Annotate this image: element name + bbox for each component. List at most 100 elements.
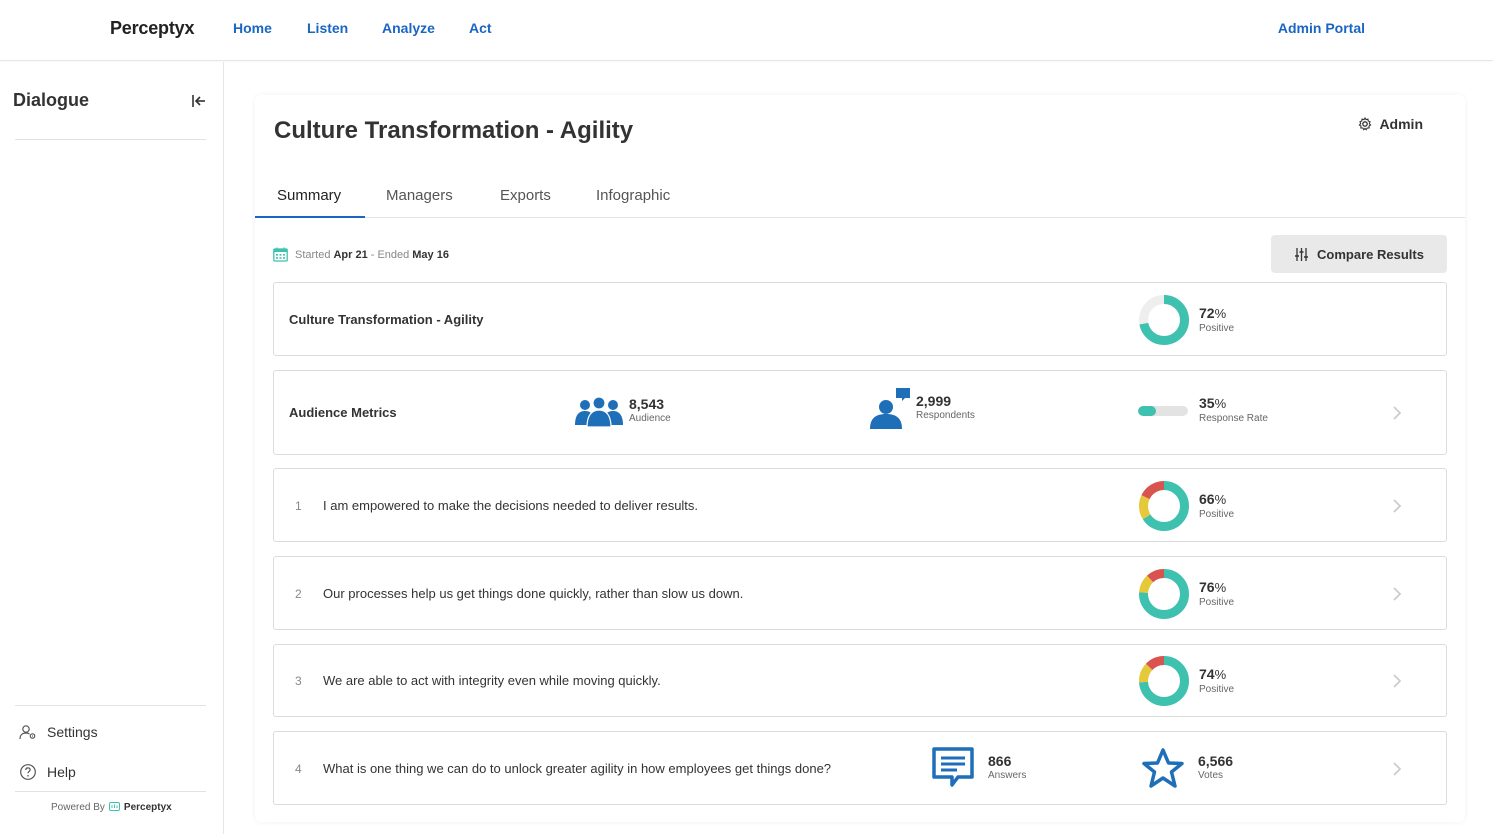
chevron-right-icon[interactable] [1392,405,1402,421]
question-unit: % [1214,491,1227,507]
question-label: Positive [1199,596,1235,608]
overall-title: Culture Transformation - Agility [289,312,484,327]
nav-home[interactable]: Home [233,20,272,36]
chevron-right-icon[interactable] [1392,673,1402,689]
respondents-metric: 2,999 Respondents [868,386,975,430]
chevron-right-icon[interactable] [1392,586,1402,602]
help-label: Help [47,764,76,780]
question-value-line: 76% [1199,579,1234,596]
question-text: Our processes help us get things done qu… [323,586,744,601]
votes-metric: 6,566 Votes [1141,747,1233,789]
group-icon [575,396,623,427]
sidebar-divider [15,705,206,706]
question-text: We are able to act with integrity even w… [323,673,661,688]
respondents-label: Respondents [916,410,975,421]
question-label: Positive [1199,683,1235,695]
tab-managers[interactable]: Managers [386,187,453,204]
tab-exports[interactable]: Exports [500,187,551,204]
user-settings-icon [19,725,36,740]
question-unit: % [1214,666,1227,682]
sidebar-divider [15,139,206,140]
audience-label: Audience [629,413,671,424]
tab-summary[interactable]: Summary [277,187,341,204]
question-text: What is one thing we can do to unlock gr… [323,761,832,776]
open-question-row[interactable]: 4 What is one thing we can do to unlock … [273,731,1447,805]
overall-score-row[interactable]: Culture Transformation - Agility 72% Pos… [273,282,1447,356]
question-donut-chart [1139,481,1189,531]
calendar-icon [273,247,288,262]
gear-icon [1359,117,1372,131]
response-rate-fill [1138,405,1156,416]
audience-metric: 8,543 Audience [574,395,671,427]
votes-value: 6,566 [1198,753,1234,769]
response-rate-label: Response Rate [1199,413,1268,424]
response-rate-value-line: 35% [1199,395,1268,412]
overall-metric: 72% Positive [1138,294,1234,346]
settings-link[interactable]: Settings [19,721,98,743]
question-number: 4 [295,762,302,776]
settings-label: Settings [47,724,98,740]
sidebar-title: Dialogue [13,90,90,110]
question-row[interactable]: 3 We are able to act with integrity even… [273,644,1447,717]
collapse-sidebar-icon[interactable] [190,92,208,110]
nav-listen[interactable]: Listen [307,20,348,36]
audience-value: 8,543 [629,396,665,412]
respondents-value: 2,999 [916,393,952,409]
answers-metric: 866 Answers [932,747,1026,789]
perceptyx-mini-logo-icon [108,802,120,811]
started-date: Apr 21 [333,248,368,261]
survey-card: Culture Transformation - Agility Admin S… [255,95,1465,822]
response-rate-metric: 35% Response Rate [1138,395,1268,426]
compare-results-button[interactable]: Compare Results [1271,235,1447,273]
question-donut-chart [1139,569,1189,619]
active-tab-indicator [255,216,365,218]
tab-infographic[interactable]: Infographic [596,187,670,204]
powered-by-label: Powered By [51,802,105,813]
question-row[interactable]: 1 I am empowered to make the decisions n… [273,468,1447,542]
sidebar-divider [15,791,206,792]
compare-results-label: Compare Results [1317,246,1424,262]
question-value: 76 [1199,578,1215,595]
response-rate-unit: % [1214,396,1227,411]
chevron-right-icon[interactable] [1392,761,1402,777]
admin-portal-link[interactable]: Admin Portal [1278,20,1365,36]
admin-button[interactable]: Admin [1358,116,1423,132]
audience-metrics-row[interactable]: Audience Metrics 8,543 Audience 2,999 Re… [273,370,1447,455]
sidebar: Dialogue Settings Help Powered By Percep… [0,62,224,834]
question-metric: 76% Positive [1138,568,1234,620]
ended-date: May 16 [412,248,449,261]
answers-label: Answers [988,770,1027,781]
overall-unit: % [1214,305,1227,321]
brand-logo[interactable]: Perceptyx [110,18,194,39]
question-number: 2 [295,587,302,601]
sliders-icon [1295,247,1309,261]
question-value: 74 [1199,665,1215,682]
question-value: 66 [1199,490,1215,507]
response-rate-bar [1138,405,1188,416]
star-icon [1142,748,1184,788]
chevron-right-icon[interactable] [1392,498,1402,514]
question-row[interactable]: 2 Our processes help us get things done … [273,556,1447,630]
audience-metrics-title: Audience Metrics [289,405,397,420]
started-label: Started [295,248,331,261]
votes-label: Votes [1198,770,1224,781]
question-number: 3 [295,674,302,688]
question-metric: 74% Positive [1138,655,1234,707]
survey-dates: Started Apr 21 - Ended May 16 [273,247,452,262]
page-title: Culture Transformation - Agility [274,117,634,144]
help-link[interactable]: Help [19,761,76,783]
answers-value: 866 [988,753,1012,769]
overall-value: 72 [1199,304,1215,321]
admin-label: Admin [1379,116,1423,132]
question-label: Positive [1199,508,1235,520]
help-icon [20,764,36,780]
nav-act[interactable]: Act [469,20,492,36]
powered-by: Powered By Perceptyx [51,802,172,813]
response-rate-value: 35 [1199,395,1215,411]
nav-analyze[interactable]: Analyze [382,20,435,36]
question-value-line: 66% [1199,491,1234,508]
question-value-line: 74% [1199,666,1234,683]
question-metric: 66% Positive [1138,480,1234,532]
top-nav: Perceptyx Home Listen Analyze Act Admin … [0,0,1493,61]
ended-label: - Ended [370,248,410,261]
